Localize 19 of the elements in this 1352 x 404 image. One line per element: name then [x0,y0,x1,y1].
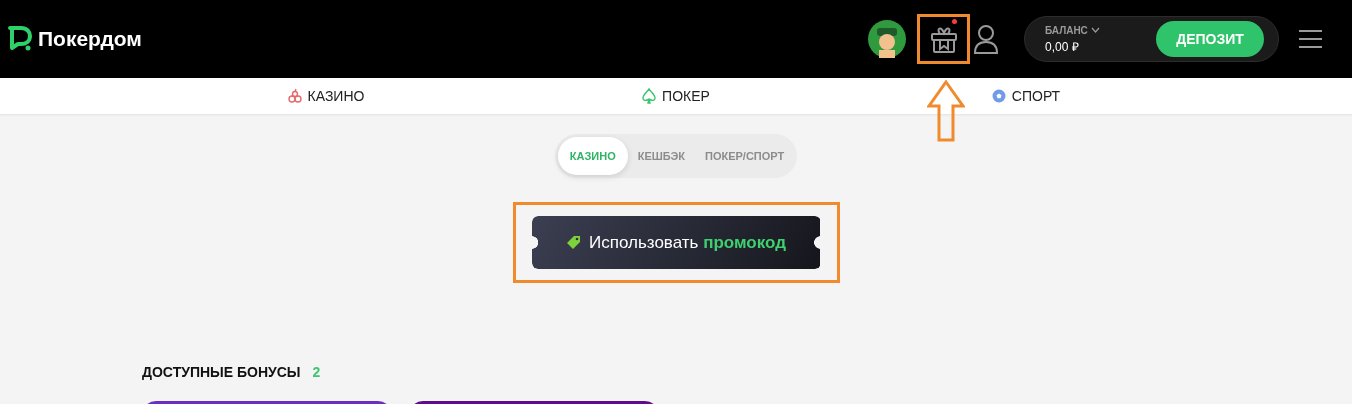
ball-icon [991,89,1006,103]
logo-icon [8,26,32,52]
chevron-icon[interactable] [1090,27,1100,33]
section-title: ДОСТУПНЫЕ БОНУСЫ [142,363,301,382]
avatar-icon[interactable] [868,20,906,58]
user-icon[interactable] [973,24,999,54]
annotation-arrow [927,80,965,142]
balance-amount: 0,00 ₽ [1045,38,1080,56]
spade-icon [642,88,657,104]
tag-icon [566,235,582,250]
balance-label[interactable]: БАЛАНС [1045,22,1088,38]
bonus-count: 2 [312,363,321,382]
cherry-icon [287,88,302,104]
promo-code-button[interactable]: Использовать промокод [531,216,821,269]
nav-link[interactable]: ПОКЕР [662,85,710,107]
menu-icon[interactable] [1299,29,1322,49]
nav-link[interactable]: СПОРТ [1011,85,1061,107]
nav-link[interactable]: КАЗИНО [307,85,365,107]
logo-text[interactable]: Покердом [38,23,142,55]
